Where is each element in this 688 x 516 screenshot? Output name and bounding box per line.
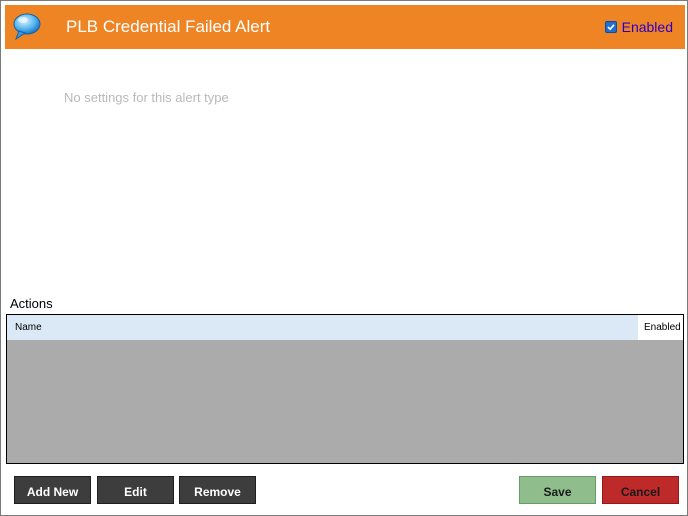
enabled-label[interactable]: Enabled xyxy=(622,19,673,35)
alert-title: PLB Credential Failed Alert xyxy=(66,17,271,36)
actions-grid[interactable]: Name Enabled xyxy=(6,314,684,464)
actions-heading: Actions xyxy=(10,296,53,311)
enabled-checkbox[interactable]: Enabled xyxy=(604,5,673,49)
alert-editor-window: PLB Credential Failed Alert Enabled No s… xyxy=(0,0,688,516)
chat-bubble-icon xyxy=(11,11,43,43)
remove-button[interactable]: Remove xyxy=(179,476,256,504)
checkbox-checked-icon[interactable] xyxy=(604,21,617,33)
grid-header-row: Name Enabled xyxy=(7,315,683,340)
no-settings-message: No settings for this alert type xyxy=(64,90,229,105)
edit-button[interactable]: Edit xyxy=(97,476,174,504)
column-header-enabled[interactable]: Enabled xyxy=(638,315,683,340)
column-header-name[interactable]: Name xyxy=(7,315,638,340)
alert-header: PLB Credential Failed Alert Enabled xyxy=(5,5,685,49)
cancel-button[interactable]: Cancel xyxy=(602,476,679,504)
save-button[interactable]: Save xyxy=(519,476,596,504)
add-new-button[interactable]: Add New xyxy=(14,476,91,504)
